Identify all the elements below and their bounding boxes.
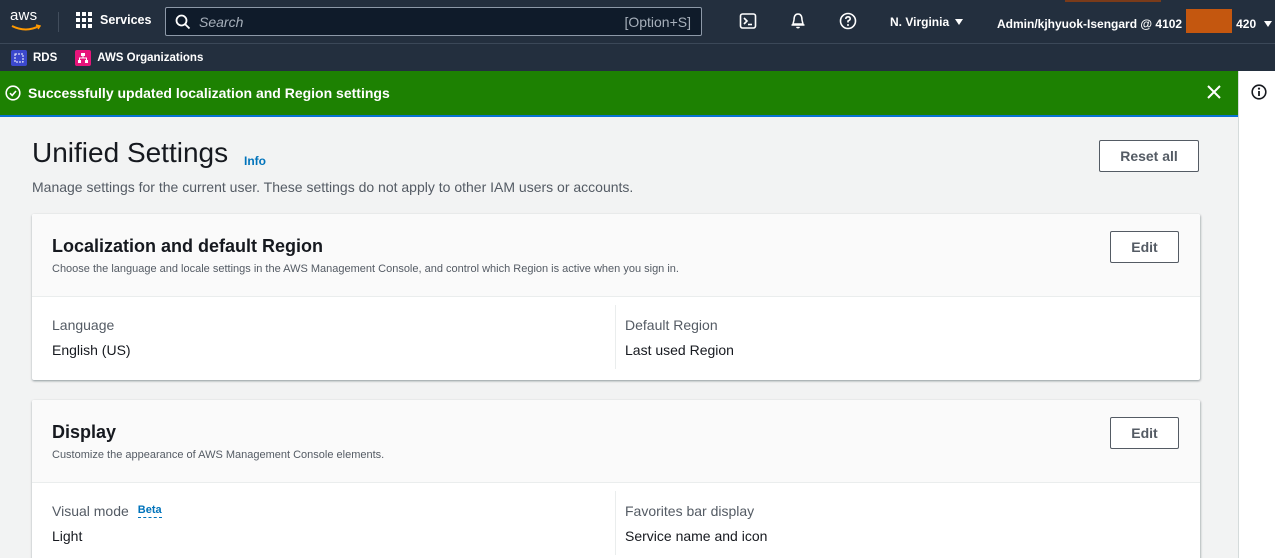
account-suffix: 420 (1236, 17, 1257, 31)
favorites-bar-display-setting: Favorites bar display Service name and i… (625, 503, 767, 544)
setting-value: English (US) (52, 342, 131, 358)
column-divider (615, 305, 616, 369)
page-description: Manage settings for the current user. Th… (32, 179, 634, 195)
card-subtitle: Customize the appearance of AWS Manageme… (52, 449, 385, 461)
setting-value: Last used Region (625, 342, 734, 358)
info-icon[interactable] (1251, 84, 1267, 100)
card-header: Display Customize the appearance of AWS … (32, 400, 1200, 483)
card-body: Language English (US) Default Region Las… (32, 297, 1200, 380)
account-menu[interactable]: Admin/kjhyuok-Isengard @ 4102 420 (997, 9, 1273, 33)
display-settings-card: Display Customize the appearance of AWS … (32, 400, 1200, 558)
search-box[interactable]: [Option+S] (165, 7, 702, 36)
localization-settings-card: Localization and default Region Choose t… (32, 214, 1200, 380)
close-icon[interactable] (1206, 84, 1222, 100)
visual-mode-setting: Visual mode Beta Light (52, 503, 162, 544)
success-check-icon (5, 85, 21, 101)
language-setting: Language English (US) (52, 317, 131, 358)
beta-badge[interactable]: Beta (137, 504, 162, 518)
favorite-label: AWS Organizations (97, 51, 204, 64)
default-region-setting: Default Region Last used Region (625, 317, 734, 358)
redacted-block (1186, 9, 1233, 33)
reset-all-button[interactable]: Reset all (1099, 140, 1199, 172)
account-prefix: Admin/kjhyuok-Isengard @ 4102 (997, 17, 1183, 31)
edit-localization-button[interactable]: Edit (1110, 231, 1179, 263)
setting-label: Language (52, 317, 115, 333)
card-header: Localization and default Region Choose t… (32, 214, 1200, 297)
search-shortcut-hint: [Option+S] (624, 14, 691, 30)
help-icon[interactable] (839, 12, 857, 30)
success-flash-banner: Successfully updated localization and Re… (0, 71, 1238, 117)
aws-smile-icon (11, 24, 41, 31)
side-tools-rail (1238, 71, 1275, 558)
setting-value: Service name and icon (625, 528, 768, 544)
search-icon (175, 14, 191, 29)
grid-icon (76, 12, 92, 28)
favorites-bar: RDS AWS Organizations (0, 43, 1275, 71)
card-subtitle: Choose the language and locale settings … (52, 263, 679, 275)
setting-label: Default Region (625, 317, 718, 333)
info-link[interactable]: Info (244, 154, 266, 168)
top-navigation: aws Services [Option+S] N. Virgini (0, 0, 1275, 43)
aws-logo-text: aws (10, 7, 38, 24)
cloudshell-icon[interactable] (739, 12, 757, 30)
setting-label-row: Visual mode Beta (52, 503, 162, 519)
top-accent-strip (1065, 0, 1161, 2)
setting-label: Favorites bar display (625, 503, 755, 519)
caret-down-icon (1264, 21, 1273, 27)
region-selector[interactable]: N. Virginia (890, 15, 964, 29)
setting-value: Light (52, 528, 83, 544)
services-label: Services (100, 13, 152, 27)
organizations-icon (75, 49, 92, 66)
bell-icon[interactable] (789, 12, 807, 30)
nav-divider (58, 12, 59, 32)
flash-message: Successfully updated localization and Re… (28, 85, 390, 101)
page-title: Unified Settings (32, 137, 229, 168)
services-menu-button[interactable]: Services (76, 12, 151, 28)
search-input[interactable] (199, 13, 599, 30)
aws-logo[interactable]: aws (10, 8, 44, 34)
card-body: Visual mode Beta Light Favorites bar dis… (32, 483, 1200, 558)
rds-icon (11, 49, 27, 66)
favorite-organizations[interactable]: AWS Organizations (75, 49, 204, 66)
region-label: N. Virginia (890, 15, 950, 29)
setting-label: Visual mode (52, 503, 129, 519)
card-title: Display (52, 422, 117, 442)
caret-down-icon (955, 19, 964, 25)
favorite-label: RDS (33, 51, 58, 64)
card-title: Localization and default Region (52, 236, 324, 256)
column-divider (615, 491, 616, 555)
edit-display-button[interactable]: Edit (1110, 417, 1179, 449)
favorite-rds[interactable]: RDS (11, 49, 58, 66)
